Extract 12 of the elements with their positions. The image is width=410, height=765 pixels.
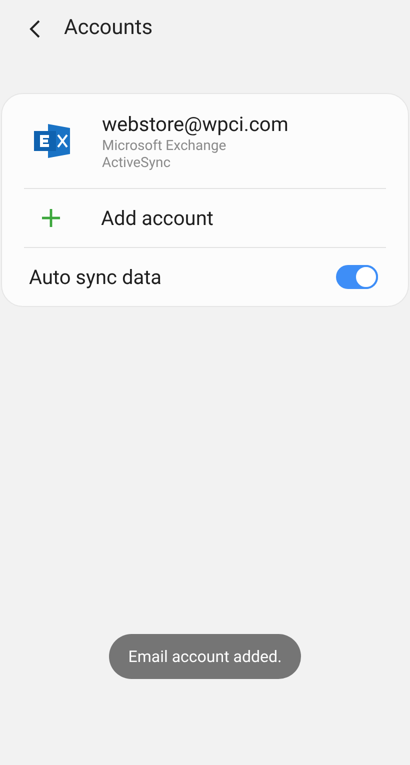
account-email: webstore@wpci.com [102,112,288,136]
page-title: Accounts [64,15,153,42]
toast-message: Email account added. [109,634,301,679]
account-type: Microsoft Exchange ActiveSync [102,138,228,172]
auto-sync-label: Auto sync data [29,264,162,291]
exchange-logo-icon [34,124,70,158]
plus-icon [41,208,61,228]
add-account-label: Add account [101,205,214,232]
auto-sync-switch[interactable] [336,265,378,289]
account-item[interactable]: webstore@wpci.com Microsoft Exchange ActiveSync [24,94,386,189]
add-account-item[interactable]: Add account [24,189,386,248]
back-icon [29,19,41,39]
